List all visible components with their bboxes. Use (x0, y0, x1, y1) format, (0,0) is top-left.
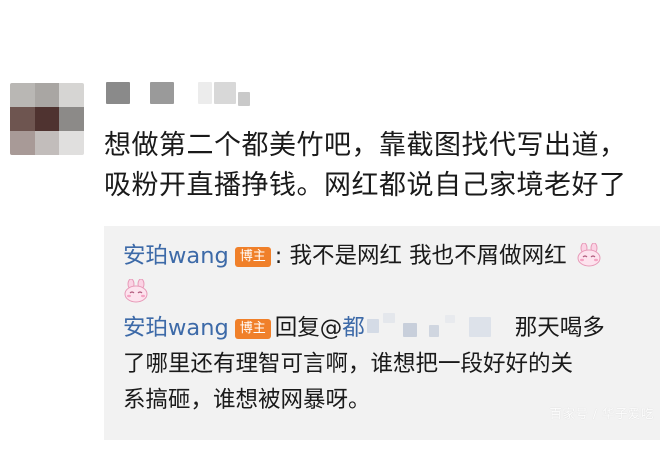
bunny-emoji-icon (577, 243, 601, 267)
blogger-badge: 博主 (234, 319, 271, 339)
reply-prefix: 回复@ (274, 315, 343, 341)
reply-text: 我不是网红 我也不屑做网红 (282, 243, 567, 269)
reply-2-line-2: 了哪里还有理智可言啊，谁想把一段好好的关 (123, 351, 574, 377)
weibo-comment-screenshot: 想做第二个都美竹吧，靠截图找代写出道， 吸粉开直播挣钱。网红都说自己家境老好了 … (0, 0, 660, 466)
reply-username[interactable]: 安珀wang (123, 243, 229, 269)
blogger-badge: 博主 (234, 247, 271, 267)
reply-1-line-2 (123, 274, 643, 310)
reply-username[interactable]: 安珀wang (123, 315, 229, 341)
comment-body: 想做第二个都美竹吧，靠截图找代写出道， 吸粉开直播挣钱。网红都说自己家境老好了 (104, 126, 660, 206)
comment-line-2: 吸粉开直播挣钱。网红都说自己家境老好了 (104, 170, 627, 201)
commenter-username[interactable] (104, 80, 274, 106)
blurred-mention[interactable] (365, 313, 515, 339)
watermark: 百家号 / 华子爱吃 (549, 406, 654, 421)
mention-visible-char[interactable]: 都 (342, 315, 365, 341)
reply-text: 那天喝多 (514, 315, 605, 341)
reply-2-line-1: 安珀wang 博主 回复@都 那天喝多 (123, 310, 643, 346)
comment-line-1: 想做第二个都美竹吧，靠截图找代写出道， (104, 130, 627, 161)
bunny-emoji-icon (124, 279, 148, 303)
reply-1-line-1: 安珀wang 博主: 我不是网红 我也不屑做网红 (123, 238, 643, 274)
avatar[interactable] (10, 83, 84, 155)
replies-list: 安珀wang 博主: 我不是网红 我也不屑做网红 安珀wang 博主 回复@都 … (123, 238, 643, 418)
